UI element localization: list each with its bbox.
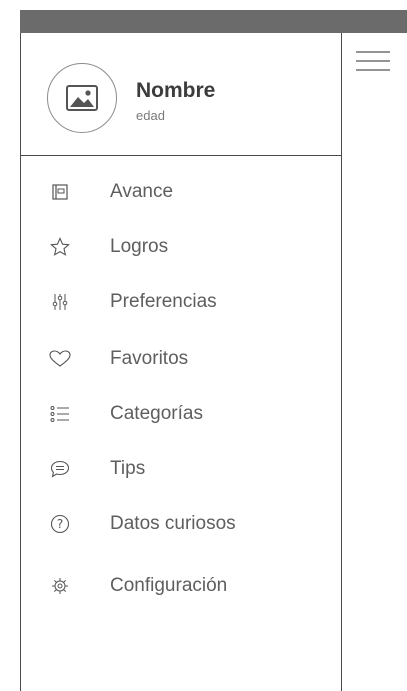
star-icon bbox=[49, 236, 71, 258]
hamburger-menu-icon bbox=[356, 51, 390, 71]
menu-item-categorias[interactable]: Categorías bbox=[21, 394, 341, 434]
sliders-icon bbox=[49, 291, 71, 313]
svg-text:?: ? bbox=[57, 517, 63, 531]
profile-name: Nombre bbox=[136, 79, 216, 102]
menu-item-preferencias[interactable]: Preferencias bbox=[21, 282, 341, 322]
menu-item-configuracion[interactable]: Configuración bbox=[21, 566, 341, 606]
menu-item-label: Tips bbox=[110, 458, 146, 479]
menu-item-favoritos[interactable]: Favoritos bbox=[21, 339, 341, 379]
image-placeholder-icon bbox=[66, 85, 98, 111]
hamburger-menu-button[interactable] bbox=[356, 50, 390, 72]
question-circle-icon: ? bbox=[49, 513, 71, 535]
menu-item-datos-curiosos[interactable]: ? Datos curiosos bbox=[21, 504, 341, 544]
avatar[interactable] bbox=[47, 63, 117, 133]
menu-item-label: Logros bbox=[110, 236, 169, 257]
status-bar bbox=[20, 10, 407, 33]
menu-item-avance[interactable]: Avance bbox=[21, 172, 341, 212]
navigation-drawer: Nombre edad Avance Logros Preferencias F… bbox=[20, 33, 342, 691]
heart-icon bbox=[49, 348, 71, 370]
menu-item-label: Configuración bbox=[110, 575, 228, 596]
gear-icon bbox=[49, 575, 71, 597]
menu-item-label: Datos curiosos bbox=[110, 513, 236, 534]
chat-bubble-icon bbox=[49, 458, 71, 480]
profile-age: edad bbox=[136, 108, 165, 123]
menu-item-label: Preferencias bbox=[110, 291, 217, 312]
notebook-icon bbox=[49, 181, 71, 203]
menu-item-logros[interactable]: Logros bbox=[21, 227, 341, 267]
menu-item-tips[interactable]: Tips bbox=[21, 449, 341, 489]
menu-item-label: Favoritos bbox=[110, 348, 189, 369]
menu-item-label: Categorías bbox=[110, 403, 203, 424]
menu-item-label: Avance bbox=[110, 181, 174, 202]
list-icon bbox=[49, 403, 71, 425]
profile-header: Nombre edad bbox=[21, 33, 341, 156]
